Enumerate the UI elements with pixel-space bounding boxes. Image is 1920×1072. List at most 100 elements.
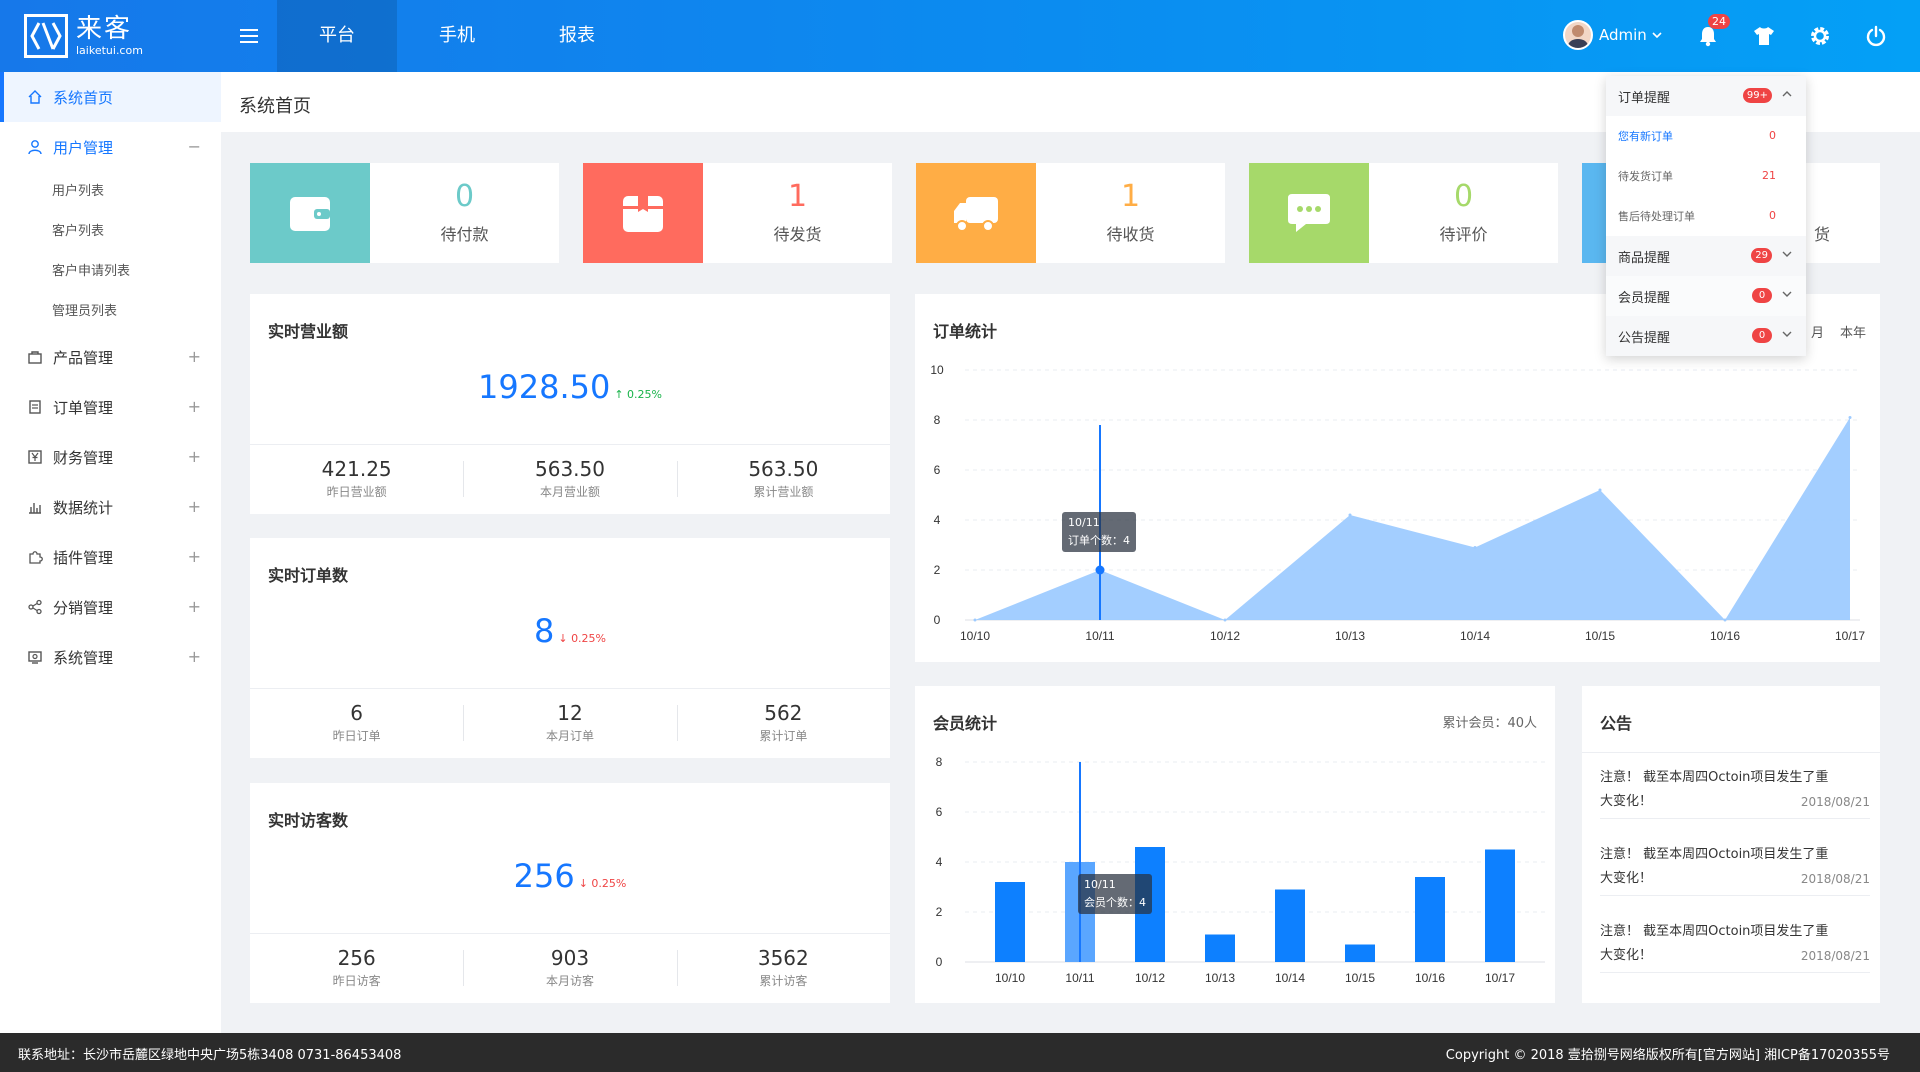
sub-stat-label: 昨日营业额 [326, 485, 387, 499]
y-tick-label: 10 [930, 363, 944, 377]
notice-date: 2018/08/21 [1800, 872, 1870, 886]
expand-icon[interactable]: + [188, 447, 201, 466]
user-menu[interactable]: Admin [1563, 20, 1663, 50]
sidebar-item-distribution[interactable]: 分销管理 + [0, 582, 221, 632]
stat-card-pending-receipt[interactable]: 1 待收货 [916, 163, 1225, 263]
notice-item[interactable]: 注意！ 截至本周四Octoin项目发生了重 大变化！ 2018/08/21 [1600, 843, 1870, 896]
sidebar-item-finance[interactable]: 财务管理 + [0, 432, 221, 482]
sidebar-item-products[interactable]: 产品管理 + [0, 332, 221, 382]
submenu-user-list[interactable]: 用户列表 [0, 172, 221, 212]
sidebar-item-home[interactable]: 系统首页 [0, 72, 221, 122]
sidebar-item-label: 插件管理 [53, 548, 114, 567]
dropdown-group-notices[interactable]: 公告提醒 0 [1606, 316, 1806, 356]
notice-line: 大变化！ [1600, 871, 1653, 886]
logo-mark-icon [24, 14, 68, 58]
dropdown-group-members[interactable]: 会员提醒 0 [1606, 276, 1806, 316]
chevron-down-icon[interactable] [1780, 247, 1794, 261]
collapse-icon[interactable]: − [188, 137, 201, 156]
y-tick-label: 6 [936, 805, 943, 819]
stat-card-pending-review[interactable]: 0 待评价 [1249, 163, 1558, 263]
row-count: 0 [1769, 129, 1776, 142]
sidebar: 系统首页 用户管理 − 用户列表 客户列表 客户申请列表 管理员列表 产品管理 … [0, 72, 221, 1033]
sidebar-item-statistics[interactable]: 数据统计 + [0, 482, 221, 532]
chevron-up-icon[interactable] [1780, 87, 1794, 101]
x-tick-label: 10/12 [1210, 629, 1240, 643]
expand-icon[interactable]: + [188, 647, 201, 666]
bar [1205, 934, 1235, 962]
expand-icon[interactable]: + [188, 547, 201, 566]
data-point [1348, 513, 1352, 517]
comment-icon [1249, 163, 1369, 263]
tab-platform[interactable]: 平台 [277, 0, 397, 72]
expand-icon[interactable]: + [188, 397, 201, 416]
dropdown-row-pending-shipment[interactable]: 待发货订单 21 [1606, 156, 1806, 196]
notice-item[interactable]: 注意！ 截至本周四Octoin项目发生了重 大变化！ 2018/08/21 [1600, 920, 1870, 973]
sub-stat-label: 本月访客 [545, 974, 594, 988]
chevron-down-icon[interactable] [1780, 327, 1794, 341]
gear-icon[interactable] [1806, 22, 1834, 50]
stat-label: 待付款 [440, 225, 489, 244]
expand-icon[interactable]: + [188, 497, 201, 516]
menu-toggle-icon[interactable] [221, 0, 277, 72]
user-icon [26, 138, 44, 156]
sidebar-item-system[interactable]: 系统管理 + [0, 632, 221, 682]
package-icon [583, 163, 703, 263]
tab-reports[interactable]: 报表 [517, 0, 637, 72]
change-down-indicator: ↓ 0.25% [578, 877, 627, 890]
avatar[interactable] [1563, 20, 1593, 50]
notice-line: 大变化！ [1600, 948, 1653, 963]
data-point [1598, 488, 1602, 492]
group-badge: 0 [1752, 328, 1772, 343]
brand-logo[interactable]: 来客 laiketui.com [0, 0, 221, 72]
group-badge: 0 [1752, 288, 1772, 303]
notification-bell-icon[interactable]: 24 [1694, 14, 1730, 50]
notice-panel: 公告 注意！ 截至本周四Octoin项目发生了重 大变化！ 2018/08/21 … [1582, 686, 1880, 1003]
stat-value: 1 [787, 179, 808, 214]
user-name: Admin [1599, 26, 1647, 44]
sidebar-item-plugins[interactable]: 插件管理 + [0, 532, 221, 582]
orders-value: 8 [533, 612, 555, 650]
tab-mobile[interactable]: 手机 [397, 0, 517, 72]
stat-card-pending-shipment[interactable]: 1 待发货 [583, 163, 892, 263]
footer-copyright[interactable]: Copyright © 2018 壹拾捌号网络版权所有[官方网站] 湘ICP备1… [1446, 1044, 1890, 1063]
shirt-icon[interactable] [1750, 22, 1778, 50]
stat-card-pending-payment[interactable]: 0 待付款 [250, 163, 559, 263]
bar [1345, 944, 1375, 962]
x-tick-label: 10/13 [1205, 971, 1235, 985]
x-tick-label: 10/17 [1485, 971, 1515, 985]
dropdown-row-new-orders[interactable]: 您有新订单 0 [1606, 116, 1806, 156]
expand-icon[interactable]: + [188, 347, 201, 366]
sub-stat-value: 256 [337, 946, 376, 970]
y-tick-label: 8 [936, 755, 943, 769]
home-icon [26, 88, 44, 106]
sub-stat-label: 累计访客 [759, 974, 808, 988]
document-icon [26, 398, 44, 416]
sidebar-item-orders[interactable]: 订单管理 + [0, 382, 221, 432]
sub-stat-label: 昨日订单 [332, 729, 381, 743]
sub-stat-value: 421.25 [321, 457, 392, 481]
sidebar-item-label: 分销管理 [53, 598, 114, 617]
y-tick-label: 0 [936, 955, 943, 969]
sidebar-item-label: 系统管理 [53, 648, 114, 667]
dropdown-group-orders[interactable]: 订单提醒 99+ [1606, 76, 1806, 116]
change-up-indicator: ↑ 0.25% [614, 388, 662, 401]
sub-stat-value: 3562 [757, 946, 809, 970]
sidebar-item-users[interactable]: 用户管理 − [0, 122, 221, 172]
notice-line: 大变化！ [1600, 794, 1653, 809]
dropdown-group-products[interactable]: 商品提醒 29 [1606, 236, 1806, 276]
y-tick-label: 4 [936, 855, 943, 869]
sub-stat-label: 累计营业额 [753, 485, 814, 499]
submenu-customer-apply-list[interactable]: 客户申请列表 [0, 252, 221, 292]
notice-item[interactable]: 注意！ 截至本周四Octoin项目发生了重 大变化！ 2018/08/21 [1600, 766, 1870, 819]
tooltip-text: 会员个数：4 [1084, 896, 1146, 909]
puzzle-icon [26, 548, 44, 566]
submenu-admin-list[interactable]: 管理员列表 [0, 292, 221, 332]
submenu-customer-list[interactable]: 客户列表 [0, 212, 221, 252]
top-nav: 平台 手机 报表 [277, 0, 637, 72]
dropdown-row-after-sale[interactable]: 售后待处理订单 0 [1606, 196, 1806, 236]
power-icon[interactable] [1862, 22, 1890, 50]
expand-icon[interactable]: + [188, 597, 201, 616]
sub-stat-value: 562 [764, 701, 803, 725]
chevron-down-icon[interactable] [1780, 287, 1794, 301]
x-tick-label: 10/11 [1065, 971, 1094, 985]
